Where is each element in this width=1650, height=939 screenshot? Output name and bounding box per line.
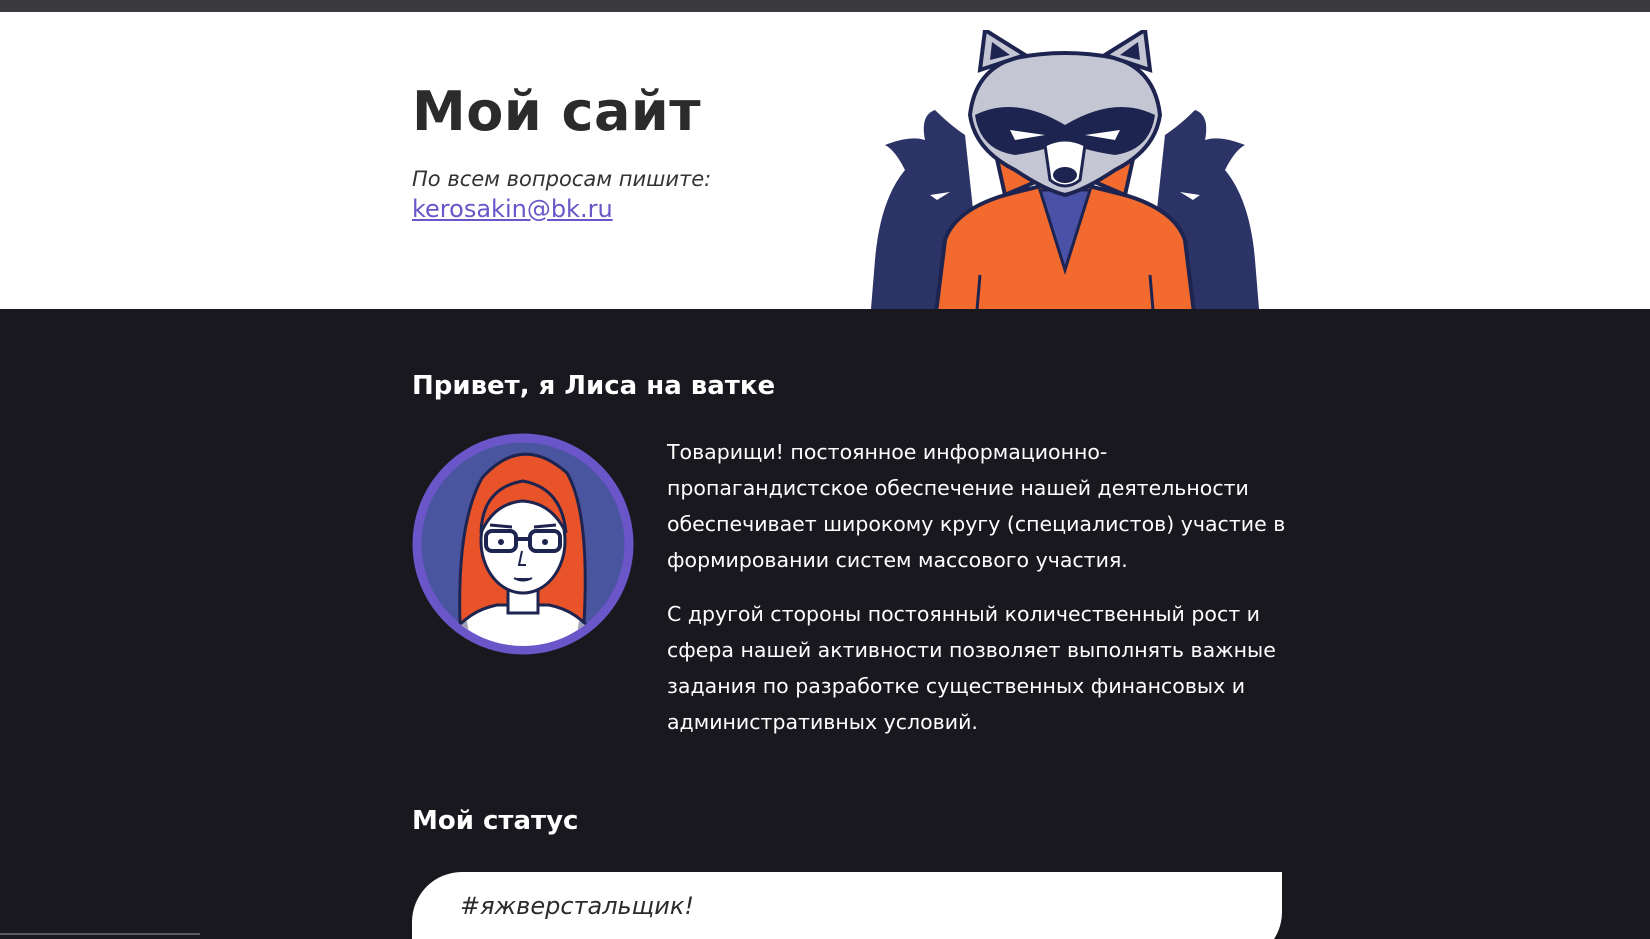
about-title: Привет, я Лиса на ватке <box>412 371 776 401</box>
main-content: Привет, я Лиса на ватке Товарищи! постоя… <box>0 309 1650 939</box>
raccoon-illustration-icon <box>870 30 1260 309</box>
about-paragraph-1: Товарищи! постоянное информационно-пропа… <box>667 440 1286 572</box>
bottom-scroll-indicator <box>0 933 200 935</box>
status-text: #яжверстальщик! <box>460 892 694 920</box>
browser-top-bar <box>0 0 1650 12</box>
email-link[interactable]: kerosakin@bk.ru <box>412 195 613 223</box>
contact-text: По всем вопросам пишите: <box>412 167 712 191</box>
about-text: Товарищи! постоянное информационно-пропа… <box>667 434 1287 758</box>
site-title: Мой сайт <box>412 80 702 143</box>
site-header: Мой сайт По всем вопросам пишите: kerosa… <box>0 12 1650 309</box>
status-title: Мой статус <box>412 806 579 836</box>
about-paragraph-2: С другой стороны постоянный количественн… <box>667 602 1276 734</box>
status-box: #яжверстальщик! <box>412 872 1282 939</box>
woman-avatar-icon <box>412 433 634 655</box>
